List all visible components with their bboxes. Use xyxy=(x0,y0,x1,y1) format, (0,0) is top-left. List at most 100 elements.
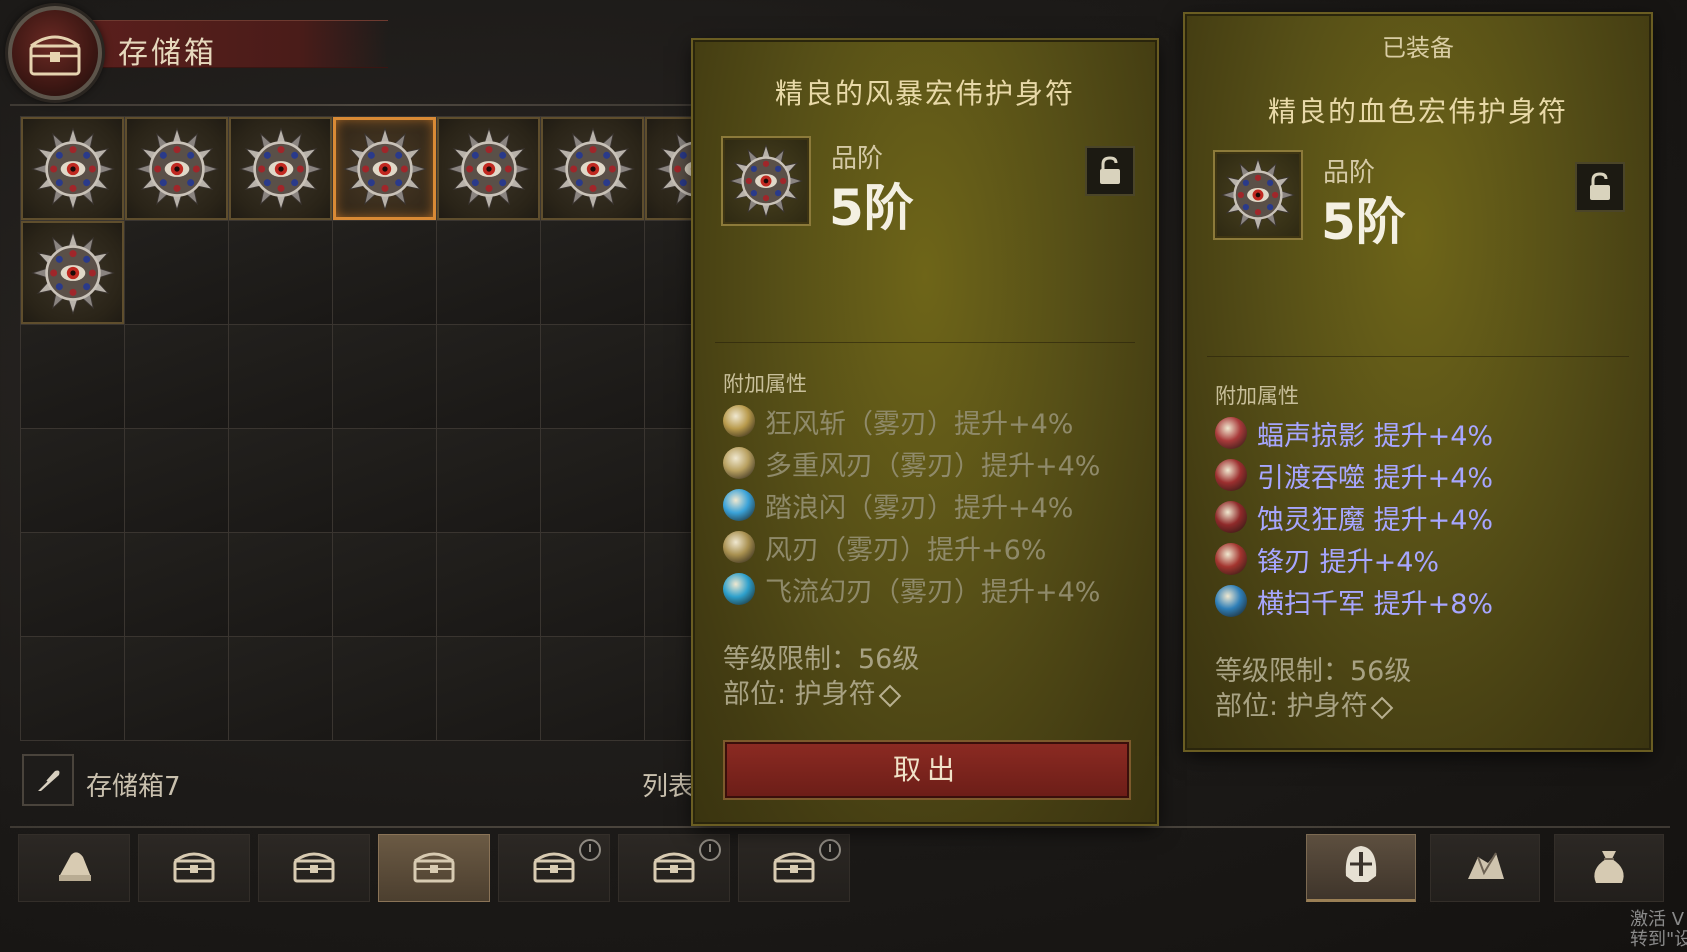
tabbar-divider xyxy=(10,826,1670,828)
affix-text: 蝠声掠影 提升+4% xyxy=(1257,420,1494,452)
inventory-slot[interactable] xyxy=(333,117,437,221)
item-meta: 等级限制：56级 部位: 护身符 xyxy=(1215,654,1411,724)
inventory-slot[interactable] xyxy=(229,325,333,429)
affix-text: 风刃（雾刃）提升+6% xyxy=(765,534,1047,566)
helmet-icon xyxy=(1338,842,1384,892)
clock-icon xyxy=(819,839,841,861)
affix-text: 引渡吞噬 提升+4% xyxy=(1257,462,1494,494)
inventory-slot[interactable] xyxy=(21,637,125,741)
activation-watermark: 激活 V 转到"设 xyxy=(1630,910,1687,950)
list-button[interactable]: 列表 xyxy=(642,766,694,803)
inventory-category-tabs xyxy=(1306,834,1664,902)
inventory-slot[interactable] xyxy=(541,117,645,221)
rename-button[interactable] xyxy=(22,754,74,806)
skill-icon xyxy=(723,531,755,563)
card-divider xyxy=(1207,356,1629,357)
inventory-slot[interactable] xyxy=(541,637,645,741)
lock-toggle-button[interactable] xyxy=(1575,162,1625,212)
slot-text: 部位: 护身符 xyxy=(723,679,876,710)
skill-icon xyxy=(1215,501,1247,533)
inventory-slot[interactable] xyxy=(125,221,229,325)
selected-item-tooltip: 精良的风暴宏伟护身符 品阶 5阶 附加属性 狂风斩（雾刃）提升+4% 多重风刃（雾… xyxy=(693,40,1157,824)
amulet-slot-icon xyxy=(878,684,902,707)
inventory-slot[interactable] xyxy=(437,221,541,325)
inventory-slot[interactable] xyxy=(333,637,437,741)
item-meta: 等级限制：56级 部位: 护身符 xyxy=(723,642,919,712)
inventory-slot[interactable] xyxy=(125,533,229,637)
affix-row: 蚀灵狂魔 提升+4% xyxy=(1215,496,1493,538)
amulet-icon xyxy=(728,143,804,219)
unlock-icon xyxy=(1590,172,1610,200)
inventory-slot[interactable] xyxy=(21,221,125,325)
inventory-slot[interactable] xyxy=(437,429,541,533)
storage-tab-1[interactable] xyxy=(18,834,130,902)
inventory-slot[interactable] xyxy=(229,117,333,221)
item-name: 精良的血色宏伟护身符 xyxy=(1267,95,1568,128)
category-tab-gem-pile[interactable] xyxy=(1430,834,1540,902)
storage-tab-6[interactable] xyxy=(618,834,730,902)
inventory-slot[interactable] xyxy=(541,429,645,533)
affix-row: 引渡吞噬 提升+4% xyxy=(1215,454,1493,496)
inventory-slot[interactable] xyxy=(541,325,645,429)
inventory-slot[interactable] xyxy=(229,221,333,325)
inventory-slot[interactable] xyxy=(541,221,645,325)
affix-list: 狂风斩（雾刃）提升+4% 多重风刃（雾刃）提升+4% 踏浪闪（雾刃）提升+4% 风刃（… xyxy=(723,400,1100,610)
inventory-slot[interactable] xyxy=(333,533,437,637)
inventory-slot[interactable] xyxy=(21,117,125,221)
lock-toggle-button[interactable] xyxy=(1085,146,1135,196)
chest-icon xyxy=(651,847,697,889)
bag-icon xyxy=(51,847,97,889)
amulet-icon xyxy=(239,127,323,211)
amulet-icon xyxy=(135,127,219,211)
amulet-icon xyxy=(551,127,635,211)
inventory-slot[interactable] xyxy=(229,533,333,637)
inventory-slot[interactable] xyxy=(333,325,437,429)
inventory-slot[interactable] xyxy=(125,117,229,221)
inventory-slot[interactable] xyxy=(21,325,125,429)
storage-tab-3[interactable] xyxy=(258,834,370,902)
affix-row: 横扫千军 提升+8% xyxy=(1215,580,1493,622)
skill-icon xyxy=(1215,459,1247,491)
inventory-slot[interactable] xyxy=(333,429,437,533)
watermark-line2: 转到"设 xyxy=(1630,929,1687,950)
storage-tab-7[interactable] xyxy=(738,834,850,902)
inventory-slot[interactable] xyxy=(125,429,229,533)
category-tab-helmet[interactable] xyxy=(1306,834,1416,902)
sack-icon xyxy=(1586,843,1632,893)
clock-icon xyxy=(699,839,721,861)
inventory-slot[interactable] xyxy=(125,325,229,429)
item-name: 精良的风暴宏伟护身符 xyxy=(774,77,1075,110)
amulet-icon xyxy=(1220,157,1296,233)
take-out-button[interactable]: 取出 xyxy=(725,742,1129,798)
amulet-icon xyxy=(447,127,531,211)
inventory-slot[interactable] xyxy=(21,533,125,637)
skill-icon xyxy=(1215,585,1247,617)
inventory-slot[interactable] xyxy=(437,325,541,429)
storage-tab-4[interactable] xyxy=(378,834,490,902)
inventory-slot[interactable] xyxy=(437,533,541,637)
category-tab-sack[interactable] xyxy=(1554,834,1664,902)
inventory-slot[interactable] xyxy=(437,637,541,741)
skill-icon xyxy=(723,489,755,521)
level-requirement: 等级限制：56级 xyxy=(1215,656,1412,687)
chest-icon xyxy=(8,6,102,100)
grade-value: 5阶 xyxy=(1321,193,1406,251)
inventory-slot[interactable] xyxy=(437,117,541,221)
inventory-slot[interactable] xyxy=(21,429,125,533)
affix-list: 蝠声掠影 提升+4% 引渡吞噬 提升+4% 蚀灵狂魔 提升+4% 锋刃 提升+4% 横扫… xyxy=(1215,412,1493,622)
storage-header: 存储箱 xyxy=(8,6,408,100)
inventory-slot[interactable] xyxy=(125,637,229,741)
slot-text: 部位: 护身符 xyxy=(1215,691,1368,722)
level-requirement: 等级限制：56级 xyxy=(723,644,920,675)
skill-icon xyxy=(1215,417,1247,449)
inventory-slot[interactable] xyxy=(229,429,333,533)
affix-text: 多重风刃（雾刃）提升+4% xyxy=(765,450,1101,482)
storage-tab-5[interactable] xyxy=(498,834,610,902)
inventory-slot[interactable] xyxy=(541,533,645,637)
affix-row: 锋刃 提升+4% xyxy=(1215,538,1493,580)
storage-tab-2[interactable] xyxy=(138,834,250,902)
affix-text: 蚀灵狂魔 提升+4% xyxy=(1257,504,1494,536)
inventory-slot[interactable] xyxy=(229,637,333,741)
affix-row: 多重风刃（雾刃）提升+4% xyxy=(723,442,1100,484)
inventory-slot[interactable] xyxy=(333,221,437,325)
